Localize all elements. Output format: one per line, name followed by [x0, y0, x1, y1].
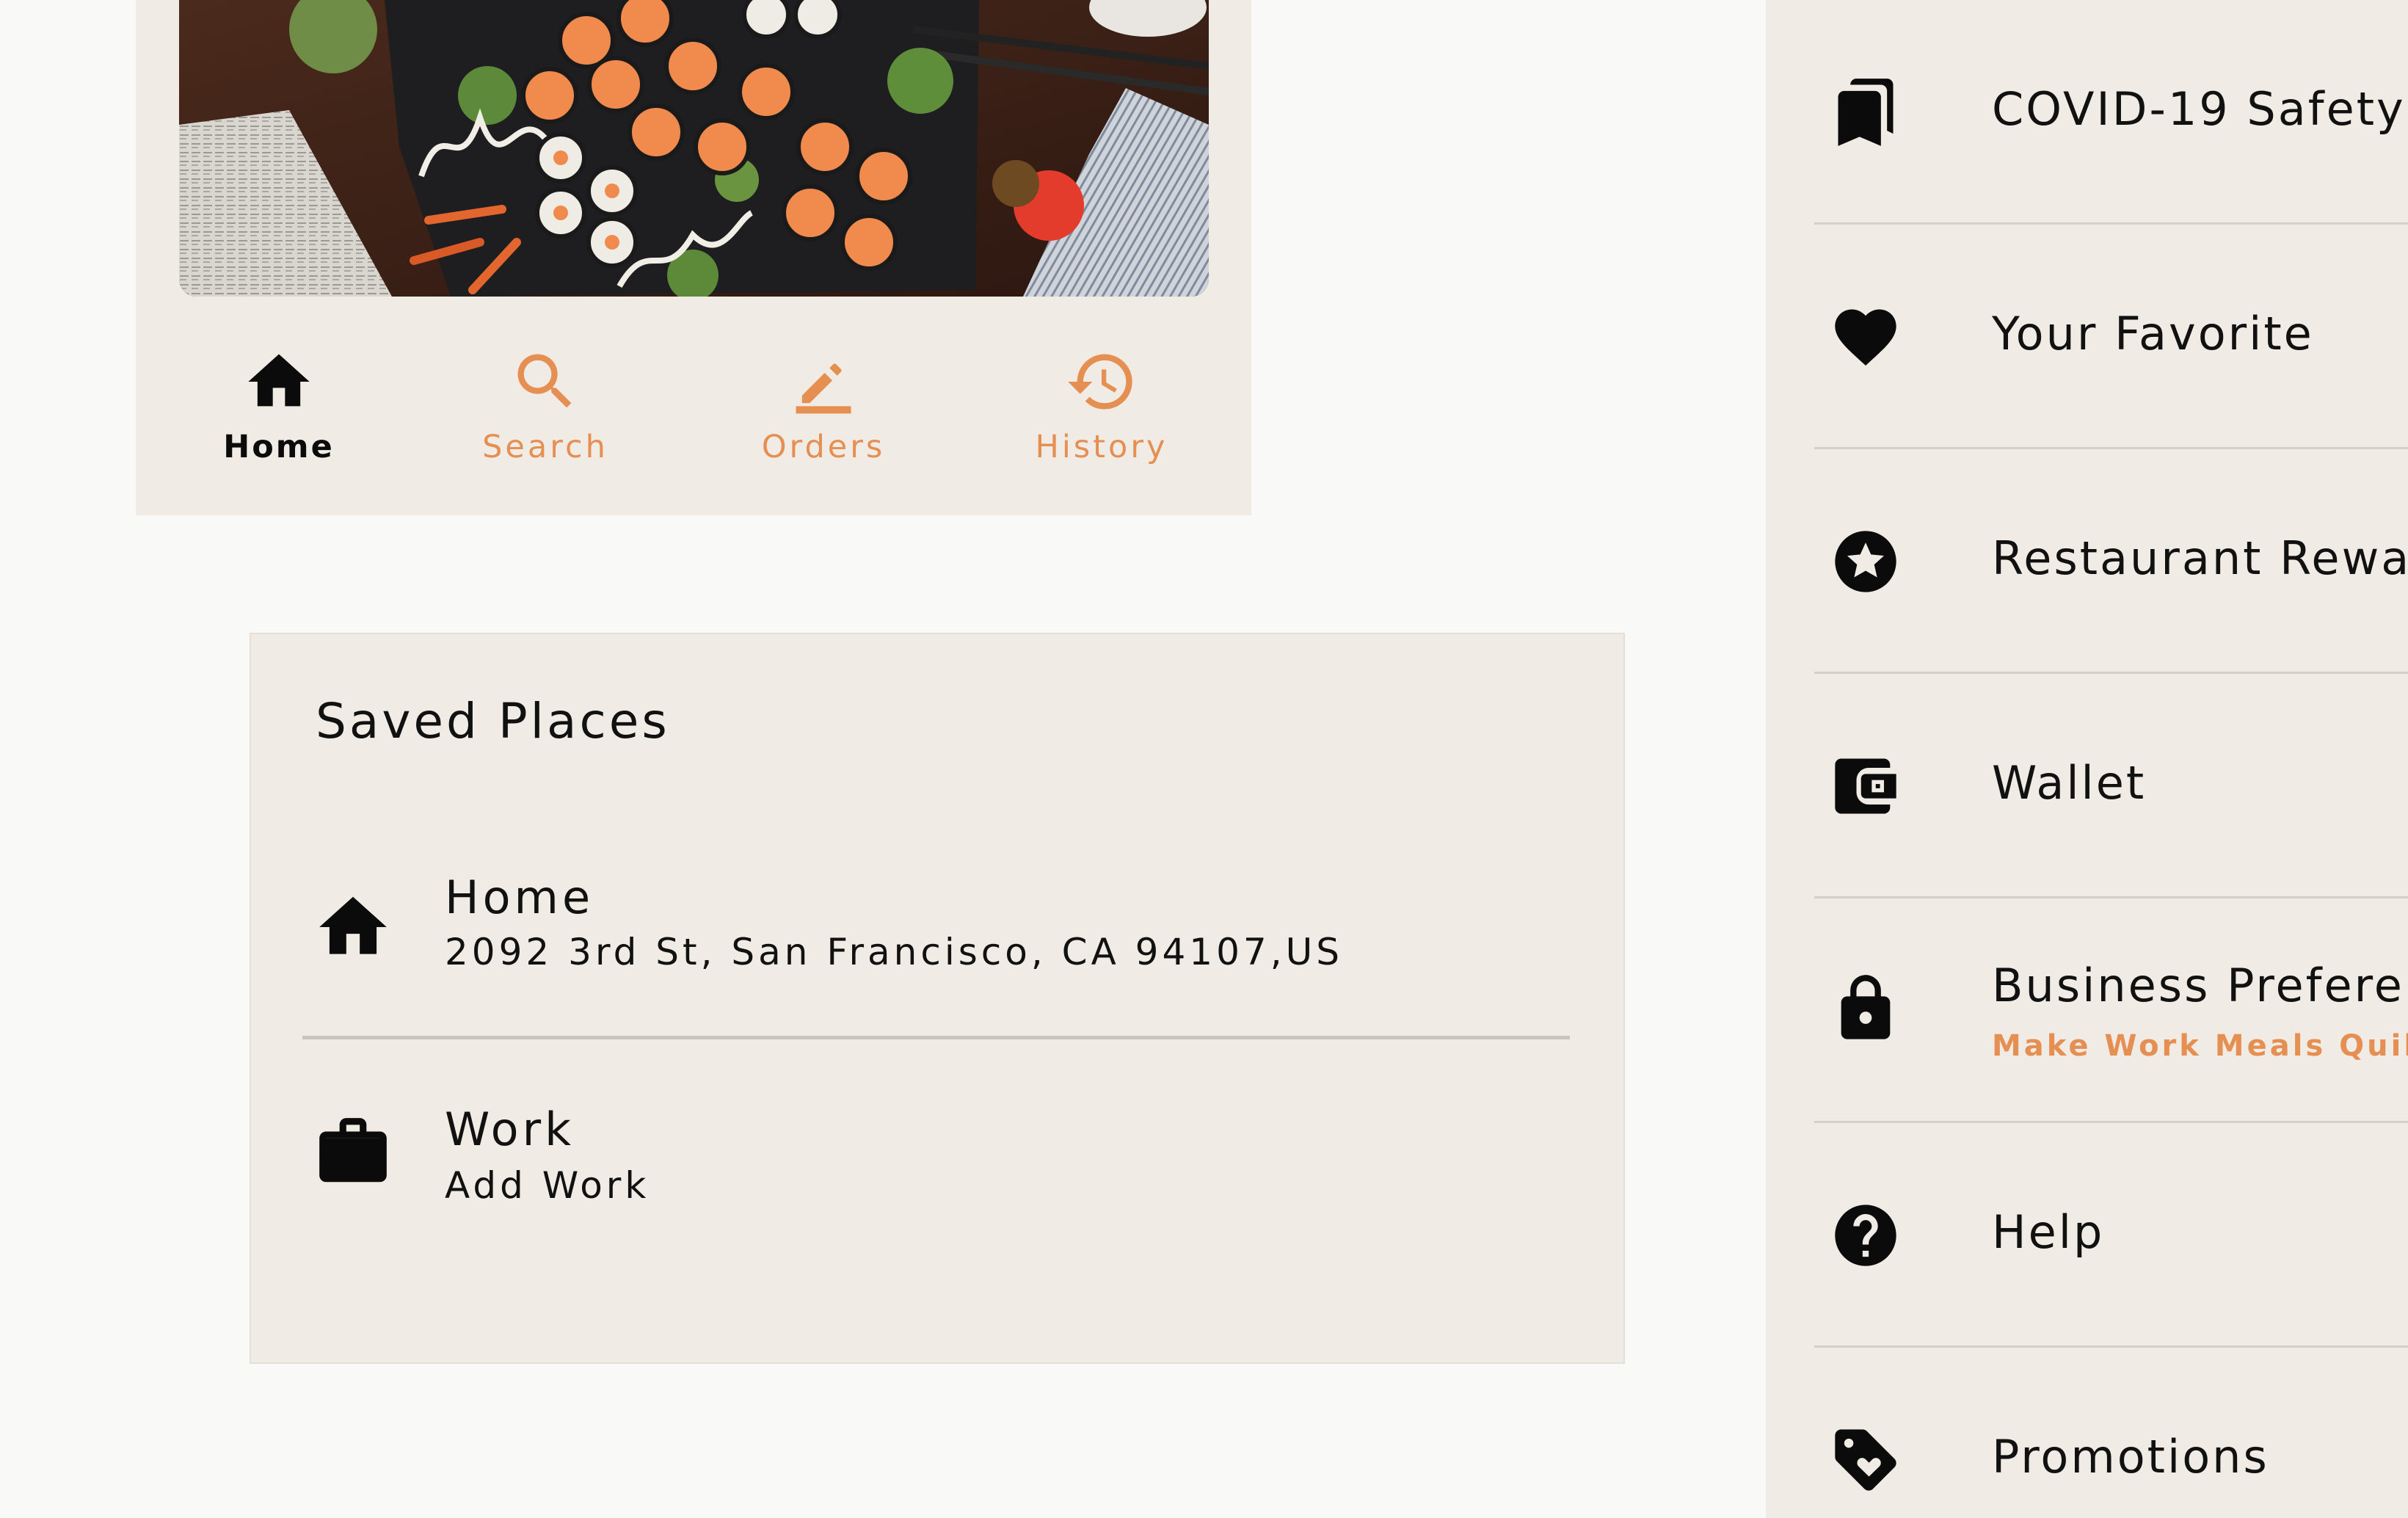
- menu-item-help[interactable]: Help: [1766, 1123, 2408, 1348]
- saved-places-title: Saved Places: [316, 693, 670, 749]
- lock-icon: [1841, 975, 1891, 1039]
- divider: [302, 1036, 1570, 1039]
- sushi-photo[interactable]: [179, 0, 1209, 297]
- drawer-menu: COVID-19 Safety C Your Favorite Restaura…: [1766, 0, 2408, 1518]
- star-badge-icon: [1835, 531, 1896, 592]
- menu-item-promotions[interactable]: Promotions: [1766, 1348, 2408, 1518]
- wallet-icon: [1835, 758, 1896, 814]
- saved-place-work[interactable]: Work Add Work: [302, 1079, 1572, 1299]
- nav-search-label: Search: [482, 429, 608, 465]
- menu-item-label: Your Favorite: [1992, 307, 2314, 360]
- saved-place-address: 2092 3rd St, San Francisco, CA 94107,US: [445, 931, 1343, 973]
- nav-search[interactable]: Search: [435, 345, 655, 492]
- briefcase-icon: [319, 1118, 387, 1183]
- nav-history-label: History: [1035, 429, 1168, 465]
- home-icon: [319, 896, 387, 954]
- nav-home[interactable]: Home: [169, 345, 389, 492]
- sushi-image: [179, 0, 1209, 297]
- menu-item-wallet[interactable]: Wallet: [1766, 674, 2408, 898]
- menu-item-label: Wallet: [1992, 756, 2147, 810]
- saved-place-home[interactable]: Home 2092 3rd St, San Francisco, CA 9410…: [302, 844, 1572, 1064]
- saved-place-name: Home: [445, 871, 594, 924]
- nav-history[interactable]: History: [992, 345, 1212, 492]
- menu-item-label: Business Preferen: [1992, 959, 2408, 1012]
- menu-item-label: COVID-19 Safety C: [1992, 82, 2408, 136]
- menu-item-sublabel: Make Work Meals Quiker: [1992, 1029, 2408, 1063]
- help-icon: [1835, 1205, 1896, 1266]
- history-icon: [1068, 354, 1132, 410]
- menu-item-label: Help: [1992, 1205, 2105, 1259]
- tag-heart-icon: [1835, 1429, 1896, 1491]
- menu-item-favorite[interactable]: Your Favorite: [1766, 225, 2408, 449]
- home-icon: [248, 354, 310, 407]
- heart-icon: [1835, 309, 1896, 366]
- search-icon: [517, 354, 572, 408]
- menu-item-rewards[interactable]: Restaurant Rewar: [1766, 449, 2408, 674]
- bookmarks-icon: [1838, 79, 1894, 146]
- menu-item-covid-safety[interactable]: COVID-19 Safety C: [1766, 0, 2408, 225]
- saved-place-name: Work: [445, 1103, 575, 1156]
- add-work-link[interactable]: Add Work: [445, 1164, 650, 1207]
- menu-item-label: Promotions: [1992, 1430, 2269, 1484]
- nav-home-label: Home: [223, 429, 335, 465]
- edit-icon: [796, 363, 851, 414]
- nav-orders-label: Orders: [761, 429, 886, 465]
- menu-item-business-preferences[interactable]: Business Preferen Make Work Meals Quiker: [1766, 898, 2408, 1123]
- nav-orders[interactable]: Orders: [713, 345, 934, 492]
- menu-item-label: Restaurant Rewar: [1992, 531, 2408, 585]
